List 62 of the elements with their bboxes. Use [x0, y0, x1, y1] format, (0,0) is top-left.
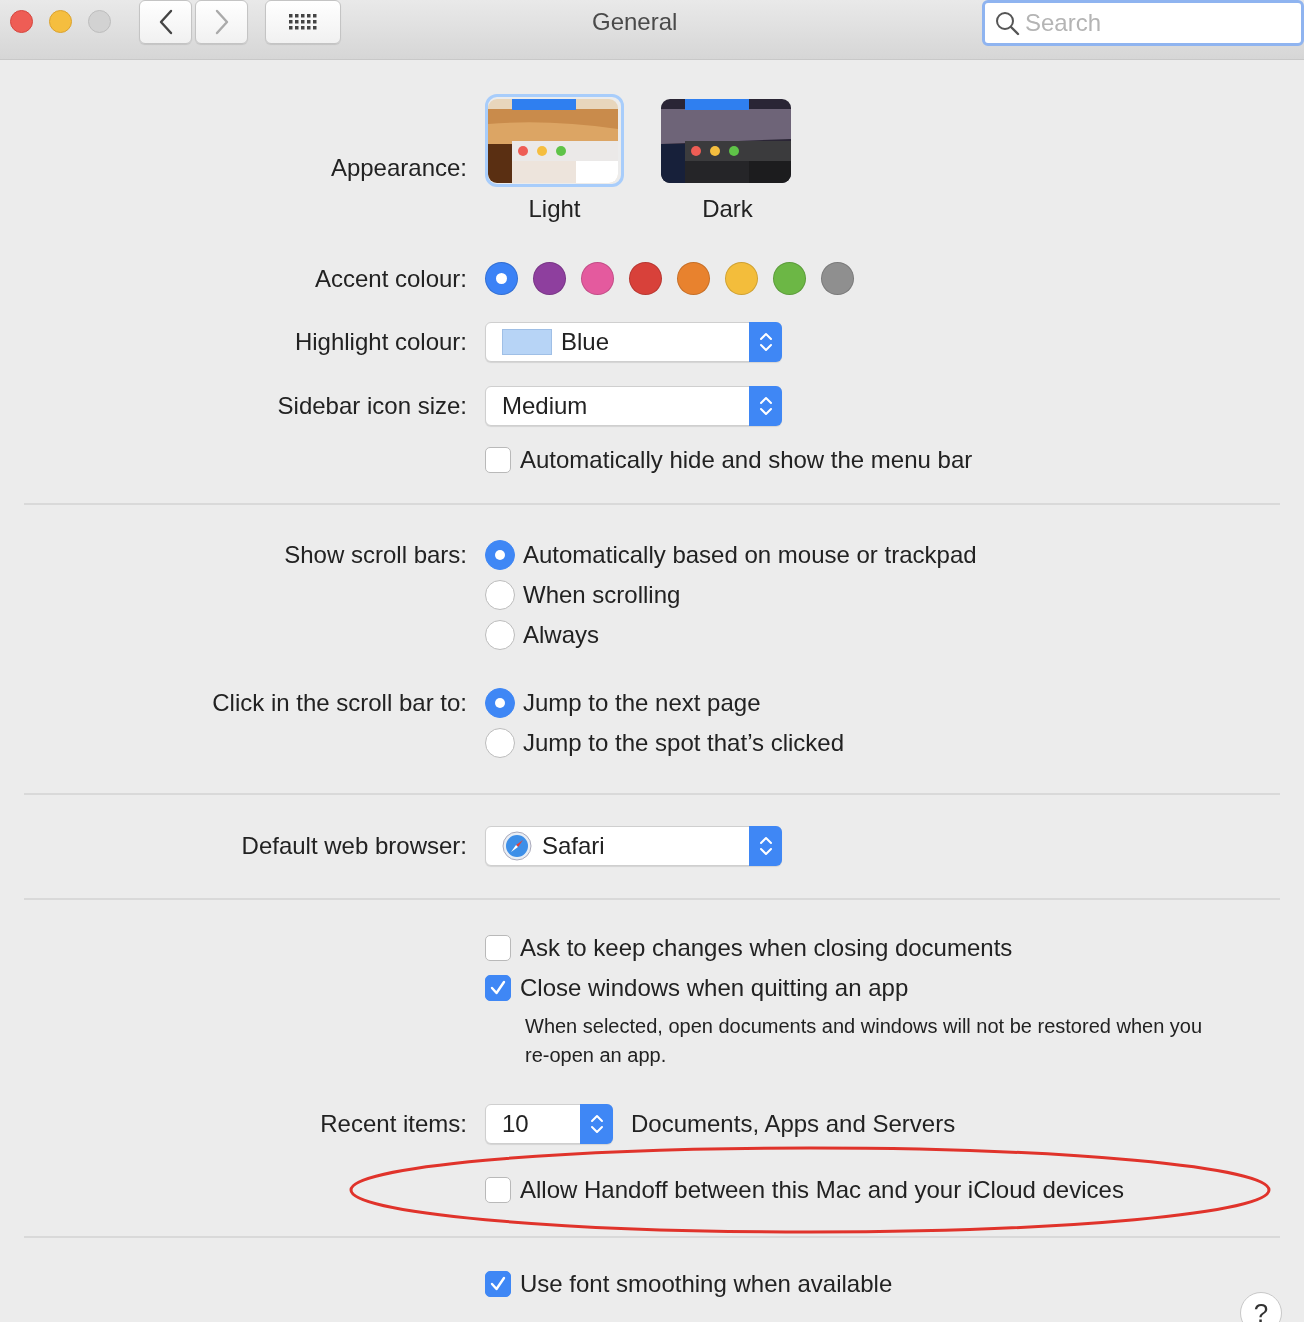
- chevron-left-icon: [157, 9, 174, 35]
- stepper-arrows-icon: [749, 386, 782, 426]
- recent-items-popup[interactable]: 10: [485, 1104, 613, 1144]
- recent-items-description: Documents, Apps and Servers: [631, 1110, 956, 1138]
- show-scroll-bars-label: Show scroll bars:: [283, 540, 467, 569]
- checkmark-icon: [489, 979, 507, 997]
- click-scroll-bar-label: Click in the scroll bar to:: [211, 688, 467, 717]
- accent-colour-swatch[interactable]: [677, 262, 710, 295]
- radio-label: Always: [523, 621, 600, 649]
- help-button[interactable]: ?: [1240, 1292, 1282, 1322]
- stepper-arrows-icon: [580, 1104, 613, 1144]
- search-icon: [994, 10, 1020, 36]
- checkbox-label: Use font smoothing when available: [520, 1270, 893, 1298]
- checkbox-label: Close windows when quitting an app: [520, 974, 909, 1002]
- appearance-option-label: Dark: [702, 195, 753, 223]
- close-button[interactable]: [10, 10, 33, 33]
- appearance-option-label: Light: [528, 195, 581, 223]
- checkmark-icon: [489, 1275, 507, 1293]
- checkbox-label: Automatically hide and show the menu bar: [520, 446, 973, 474]
- highlight-colour-popup[interactable]: Blue: [485, 322, 782, 362]
- radio-button[interactable]: [485, 620, 515, 650]
- radio-button[interactable]: [485, 728, 515, 758]
- grid-icon: [288, 13, 318, 31]
- highlight-colour-label: Highlight colour:: [293, 328, 467, 356]
- show-all-button[interactable]: [265, 0, 341, 44]
- checkbox[interactable]: [485, 447, 511, 473]
- radio-label: Jump to the spot that’s clicked: [523, 729, 845, 757]
- radio-button[interactable]: [485, 540, 515, 570]
- documents-note: When selected, open documents and windows will not be restored when you re-open an app.: [525, 1014, 1204, 1068]
- recent-items-label: Recent items:: [319, 1110, 467, 1138]
- checkbox[interactable]: [485, 1271, 511, 1297]
- accent-colour-swatch[interactable]: [629, 262, 662, 295]
- radio-label: Automatically based on mouse or trackpad: [523, 541, 977, 569]
- checkbox[interactable]: [485, 975, 511, 1001]
- accent-colour-swatch[interactable]: [821, 262, 854, 295]
- accent-colour-swatch[interactable]: [773, 262, 806, 295]
- radio-button[interactable]: [485, 580, 515, 610]
- sidebar-icon-size-popup[interactable]: Medium: [485, 386, 782, 426]
- accent-colour-swatch[interactable]: [725, 262, 758, 295]
- sidebar-icon-size-label: Sidebar icon size:: [276, 392, 467, 420]
- checkbox[interactable]: [485, 935, 511, 961]
- compass-icon: [502, 831, 532, 861]
- stepper-arrows-icon: [749, 322, 782, 362]
- checkbox[interactable]: [485, 1177, 511, 1203]
- stepper-arrows-icon: [749, 826, 782, 866]
- accent-colour-swatch[interactable]: [533, 262, 566, 295]
- accent-colour-swatch[interactable]: [485, 262, 518, 295]
- checkbox-label: Ask to keep changes when closing documents: [520, 934, 1013, 962]
- accent-colour-swatch[interactable]: [581, 262, 614, 295]
- search-field[interactable]: Search: [982, 0, 1304, 46]
- accent-colour-label: Accent colour:: [313, 264, 467, 293]
- default-browser-popup[interactable]: Safari: [485, 826, 782, 866]
- default-browser-label: Default web browser:: [240, 832, 467, 860]
- appearance-label: Appearance:: [329, 153, 467, 182]
- checkbox-label: Allow Handoff between this Mac and your iCloud devices: [520, 1176, 1124, 1204]
- window-title: General: [592, 8, 678, 36]
- back-button[interactable]: [139, 0, 192, 44]
- appearance-option[interactable]: [485, 94, 624, 187]
- chevron-right-icon: [213, 9, 230, 35]
- radio-label: When scrolling: [523, 581, 681, 609]
- radio-button[interactable]: [485, 688, 515, 718]
- radio-label: Jump to the next page: [523, 689, 761, 717]
